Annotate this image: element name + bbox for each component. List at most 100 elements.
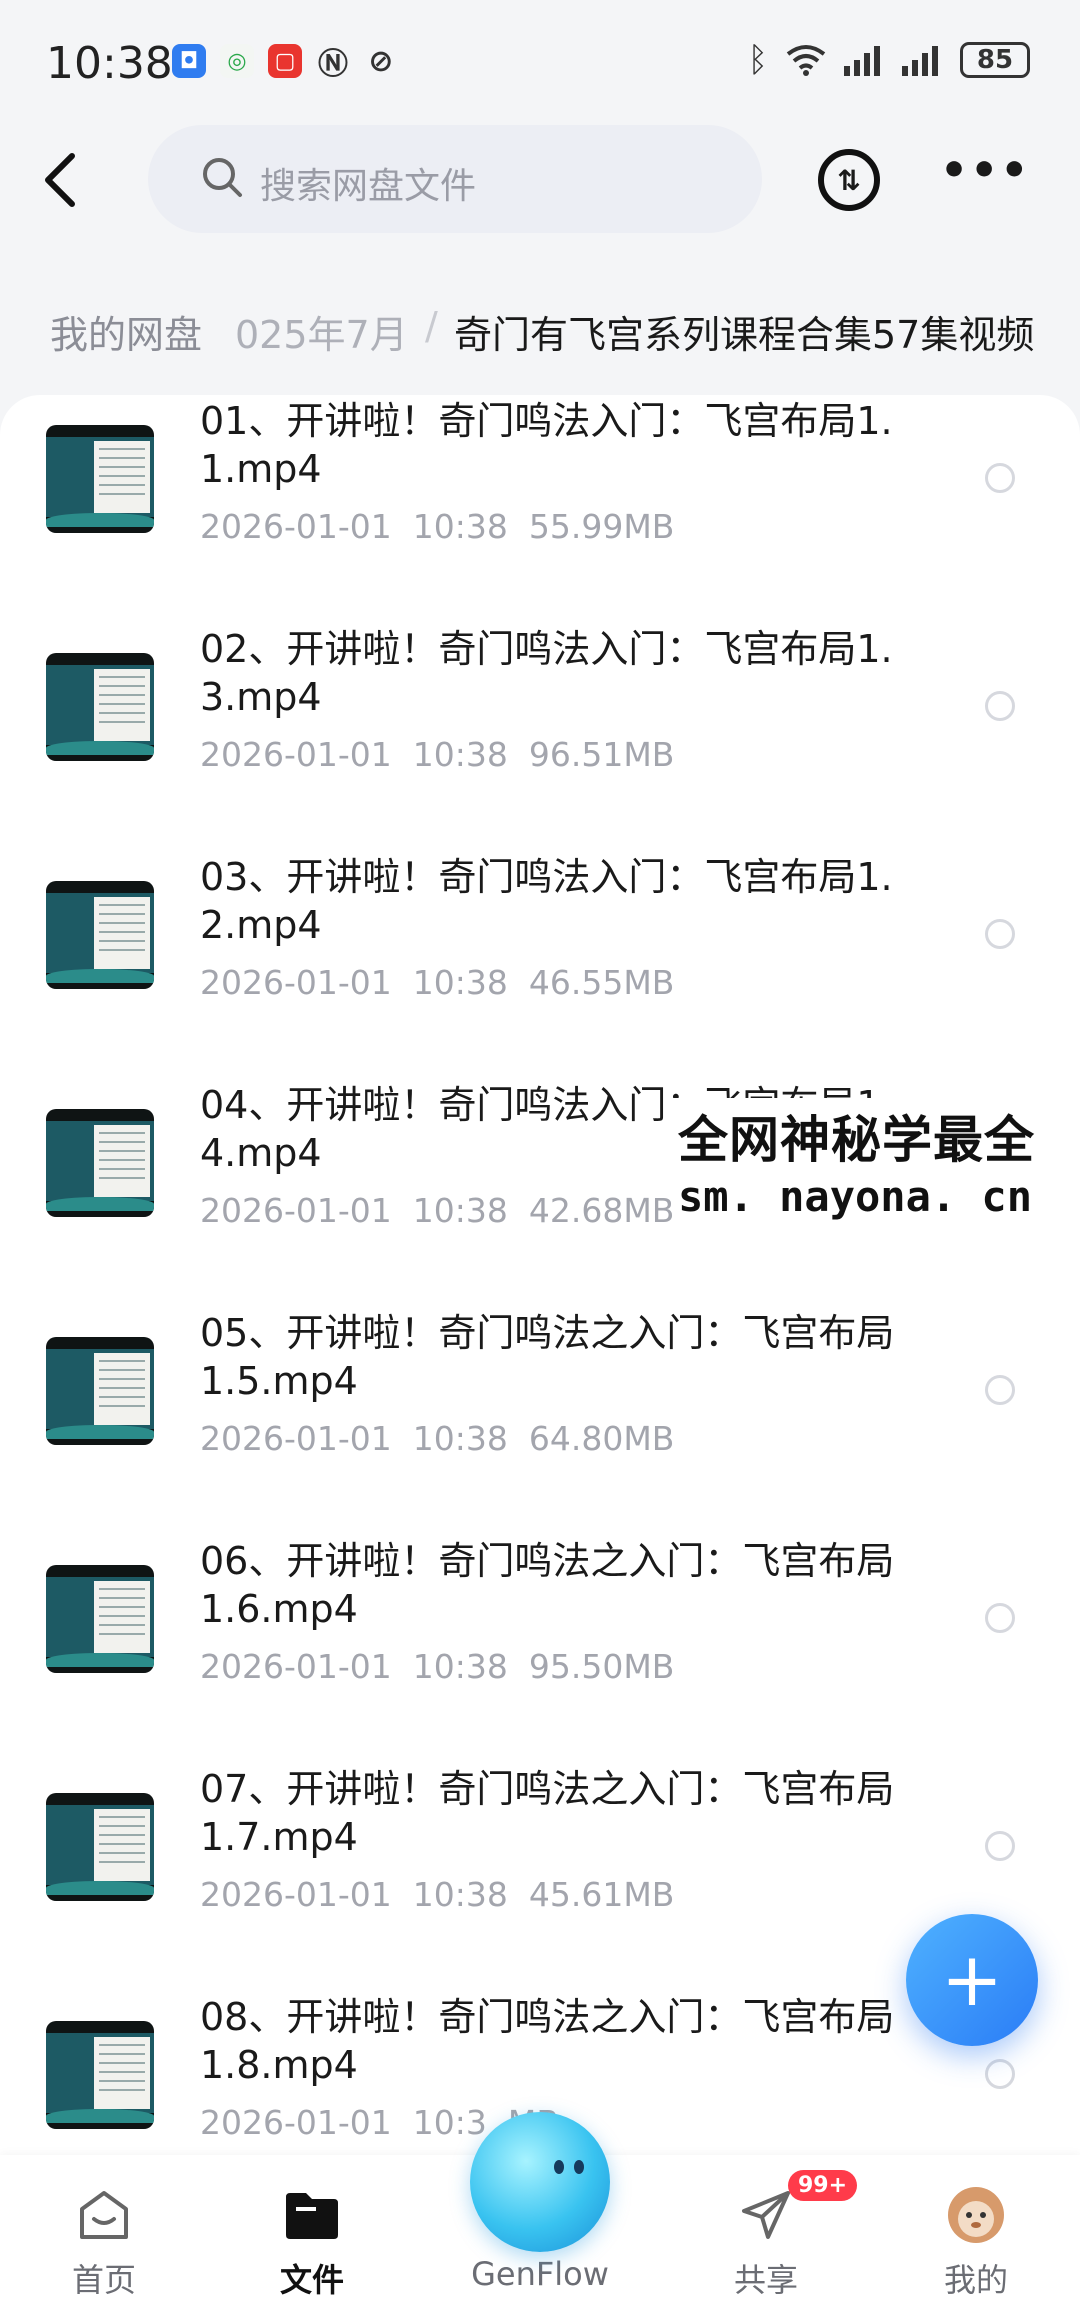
- watermark-line2: sm. nayona. cn: [678, 1172, 1033, 1221]
- file-size: 45.61MB: [528, 1875, 675, 1914]
- breadcrumb-current: 奇门有飞宫系列课程合集57集视频: [454, 313, 1035, 357]
- file-time: 10:38: [412, 1191, 508, 1230]
- select-radio[interactable]: [985, 1831, 1015, 1861]
- transfer-button[interactable]: ⇅: [818, 149, 880, 211]
- bluetooth-icon: ᛒ: [747, 40, 768, 80]
- tab-label: 共享: [733, 2261, 798, 2299]
- select-radio[interactable]: [985, 463, 1015, 493]
- file-time: 10:3: [412, 2103, 487, 2142]
- status-app-icons: ◘ ◎ ▢ Ⓝ ⊘: [172, 43, 398, 82]
- app-icon-blue: ◘: [172, 44, 206, 78]
- file-row[interactable]: 03、开讲啦！奇门鸣法入门：飞宫布局1.2.mp4 2026-01-01 10:…: [0, 851, 1080, 1079]
- breadcrumb: 我的网盘 025年7月 / 奇门有飞宫系列课程合集57集视频: [20, 290, 1080, 362]
- breadcrumb-parent[interactable]: 025年7月: [235, 304, 408, 359]
- file-time: 10:38: [412, 963, 508, 1002]
- file-name: 06、开讲啦！奇门鸣法之入门：飞宫布局1.6.mp4: [200, 1539, 895, 1631]
- file-meta: 2026-01-01 10:38 55.99MB: [200, 507, 674, 546]
- file-row[interactable]: 05、开讲啦！奇门鸣法之入门：飞宫布局1.5.mp4 2026-01-01 10…: [0, 1307, 1080, 1535]
- file-name: 05、开讲啦！奇门鸣法之入门：飞宫布局1.5.mp4: [200, 1311, 895, 1403]
- more-button[interactable]: •••: [940, 145, 1030, 196]
- genflow-orb-icon[interactable]: [470, 2112, 610, 2252]
- file-date: 2026-01-01: [200, 735, 392, 774]
- video-thumbnail: [46, 2021, 154, 2129]
- search-icon: [203, 158, 242, 197]
- file-time: 10:38: [412, 735, 508, 774]
- file-meta: 2026-01-01 10:38 46.55MB: [200, 963, 674, 1002]
- file-row[interactable]: 01、开讲啦！奇门鸣法入门：飞宫布局1.1.mp4 2026-01-01 10:…: [0, 395, 1080, 623]
- status-bar: 10:38 ◘ ◎ ▢ Ⓝ ⊘ ᛒ 85: [0, 0, 1080, 120]
- breadcrumb-separator: /: [425, 304, 438, 348]
- video-thumbnail: [46, 425, 154, 533]
- app-icon-red: ▢: [268, 44, 302, 78]
- file-size: 42.68MB: [528, 1191, 675, 1230]
- chevron-left-icon: [45, 153, 75, 207]
- watermark-line1: 全网神秘学最全: [678, 1110, 1035, 1169]
- search-input[interactable]: 搜索网盘文件: [148, 125, 762, 233]
- signal-icon-1: [844, 46, 880, 76]
- transfer-arrows-icon: ⇅: [837, 163, 861, 197]
- add-button[interactable]: +: [906, 1914, 1038, 2046]
- file-name: 01、开讲啦！奇门鸣法入门：飞宫布局1.1.mp4: [200, 399, 893, 491]
- select-radio[interactable]: [985, 1603, 1015, 1633]
- search-placeholder: 搜索网盘文件: [260, 166, 477, 207]
- back-button[interactable]: [40, 150, 90, 210]
- folder-icon: [286, 2193, 338, 2239]
- file-date: 2026-01-01: [200, 1191, 392, 1230]
- file-date: 2026-01-01: [200, 507, 392, 546]
- more-dots-icon: •••: [940, 145, 1031, 196]
- video-thumbnail: [46, 653, 154, 761]
- file-name: 07、开讲啦！奇门鸣法之入门：飞宫布局1.7.mp4: [200, 1767, 895, 1859]
- battery-indicator: 85: [960, 42, 1030, 78]
- status-time: 10:38: [46, 38, 173, 89]
- select-radio[interactable]: [985, 919, 1015, 949]
- file-size: 95.50MB: [528, 1647, 675, 1686]
- wifi-icon: [786, 45, 826, 76]
- nfc-icon: Ⓝ: [318, 47, 348, 82]
- file-name: 03、开讲啦！奇门鸣法入门：飞宫布局1.2.mp4: [200, 855, 893, 947]
- tab-label: 首页: [71, 2261, 136, 2299]
- file-meta: 2026-01-01 10:38 42.68MB: [200, 1191, 674, 1230]
- file-time: 10:38: [412, 1875, 508, 1914]
- select-radio[interactable]: [985, 1375, 1015, 1405]
- file-name: 02、开讲啦！奇门鸣法入门：飞宫布局1.3.mp4: [200, 627, 893, 719]
- video-thumbnail: [46, 1565, 154, 1673]
- file-date: 2026-01-01: [200, 1647, 392, 1686]
- status-right-icons: ᛒ 85: [748, 40, 1030, 80]
- select-radio[interactable]: [985, 691, 1015, 721]
- file-size: 96.51MB: [528, 735, 675, 774]
- video-thumbnail: [46, 881, 154, 989]
- tab-label: GenFlow: [471, 2255, 609, 2293]
- plus-icon: +: [940, 1937, 1003, 2023]
- file-row[interactable]: 02、开讲啦！奇门鸣法入门：飞宫布局1.3.mp4 2026-01-01 10:…: [0, 623, 1080, 851]
- file-size: 64.80MB: [528, 1419, 675, 1458]
- mute-icon: ⊘: [368, 43, 394, 79]
- home-icon: [80, 2191, 128, 2239]
- avatar-icon: [948, 2187, 1004, 2243]
- breadcrumb-root[interactable]: 我的网盘: [50, 304, 202, 359]
- video-thumbnail: [46, 1337, 154, 1445]
- tab-mine[interactable]: 我的: [886, 2155, 1066, 2324]
- file-meta: 2026-01-01 10:38 96.51MB: [200, 735, 674, 774]
- file-date: 2026-01-01: [200, 1875, 392, 1914]
- video-thumbnail: [46, 1793, 154, 1901]
- file-time: 10:38: [412, 507, 508, 546]
- file-date: 2026-01-01: [200, 1419, 392, 1458]
- tab-home[interactable]: 首页: [14, 2155, 194, 2324]
- tab-label: 我的: [943, 2261, 1008, 2299]
- watermark-overlay: 全网神秘学最全 sm. nayona. cn: [672, 1098, 1080, 1227]
- file-size: 55.99MB: [528, 507, 675, 546]
- select-radio[interactable]: [985, 2059, 1015, 2089]
- file-date: 2026-01-01: [200, 963, 392, 1002]
- video-thumbnail: [46, 1109, 154, 1217]
- file-row[interactable]: 06、开讲啦！奇门鸣法之入门：飞宫布局1.6.mp4 2026-01-01 10…: [0, 1535, 1080, 1763]
- file-time: 10:38: [412, 1419, 508, 1458]
- file-meta: 2026-01-01 10:38 95.50MB: [200, 1647, 674, 1686]
- file-date: 2026-01-01: [200, 2103, 392, 2142]
- file-meta: 2026-01-01 10:38 45.61MB: [200, 1875, 674, 1914]
- file-meta: 2026-01-01 10:38 64.80MB: [200, 1419, 674, 1458]
- file-size: 46.55MB: [528, 963, 675, 1002]
- tab-files[interactable]: 文件: [222, 2155, 402, 2324]
- top-bar: 搜索网盘文件 ⇅ •••: [0, 125, 1080, 240]
- file-name: 08、开讲啦！奇门鸣法之入门：飞宫布局1.8.mp4: [200, 1995, 895, 2087]
- app-icon-green: ◎: [220, 44, 254, 78]
